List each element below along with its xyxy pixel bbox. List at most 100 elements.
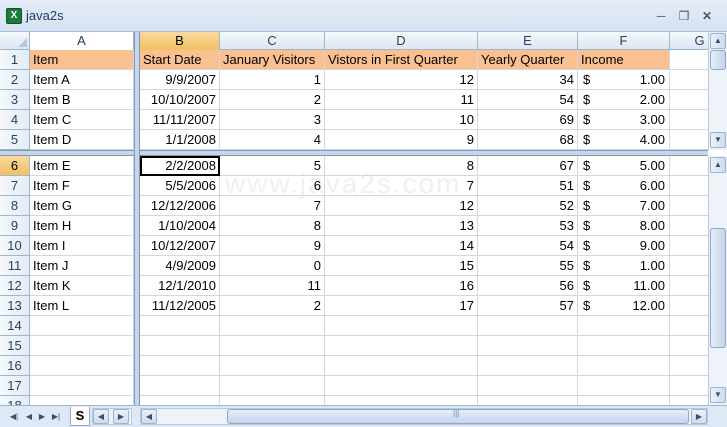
row-header[interactable]: 6 — [0, 156, 30, 176]
cell-empty[interactable] — [30, 376, 134, 396]
cell-empty[interactable] — [670, 336, 708, 356]
cell-empty[interactable] — [578, 336, 670, 356]
cell-date[interactable]: 9/9/2007 — [140, 70, 220, 90]
row-header[interactable]: 16 — [0, 356, 30, 376]
cell-jan[interactable]: 6 — [220, 176, 325, 196]
cell-item[interactable]: Item J — [30, 256, 134, 276]
cell-q1[interactable]: 15 — [325, 256, 478, 276]
tab-split-scroller[interactable]: ◀ ▶ — [92, 408, 132, 425]
row-header[interactable]: 1 — [0, 50, 30, 70]
scroll-thumb[interactable] — [710, 50, 726, 70]
cell-empty[interactable] — [220, 336, 325, 356]
cell-q1[interactable]: 12 — [325, 70, 478, 90]
cell-income[interactable]: $2.00 — [578, 90, 670, 110]
cell-header-empty[interactable] — [670, 50, 708, 70]
cell-date[interactable]: 12/1/2010 — [140, 276, 220, 296]
cell-item[interactable]: Item G — [30, 196, 134, 216]
cell-yq[interactable]: 57 — [478, 296, 578, 316]
column-header-e[interactable]: E — [478, 32, 578, 50]
cell-empty[interactable] — [30, 396, 134, 405]
row-header[interactable]: 7 — [0, 176, 30, 196]
cell-item[interactable]: Item L — [30, 296, 134, 316]
close-icon[interactable]: ✕ — [698, 8, 716, 24]
cell-empty[interactable] — [578, 316, 670, 336]
cell-header-yq[interactable]: Yearly Quarter — [478, 50, 578, 70]
cell-income[interactable]: $4.00 — [578, 130, 670, 150]
cell-empty[interactable] — [140, 356, 220, 376]
row-header[interactable]: 13 — [0, 296, 30, 316]
cell-yq[interactable]: 34 — [478, 70, 578, 90]
cell-date[interactable]: 11/11/2007 — [140, 110, 220, 130]
cell-header-date[interactable]: Start Date — [140, 50, 220, 70]
cell-empty[interactable] — [670, 216, 708, 236]
cell-date[interactable]: 1/1/2008 — [140, 130, 220, 150]
cell-jan[interactable]: 9 — [220, 236, 325, 256]
cell-jan[interactable]: 8 — [220, 216, 325, 236]
scroll-thumb[interactable] — [710, 228, 726, 348]
sheet-tab[interactable]: S — [70, 407, 90, 426]
cell-income[interactable]: $6.00 — [578, 176, 670, 196]
cell-empty[interactable] — [325, 376, 478, 396]
cell-q1[interactable]: 12 — [325, 196, 478, 216]
cell-empty[interactable] — [220, 396, 325, 405]
cell-empty[interactable] — [220, 316, 325, 336]
cell-yq[interactable]: 51 — [478, 176, 578, 196]
cell-item[interactable]: Item E — [30, 156, 134, 176]
cell-jan[interactable]: 0 — [220, 256, 325, 276]
scroll-right-icon[interactable]: ▶ — [691, 409, 707, 424]
restore-icon[interactable]: ❐ — [675, 8, 693, 24]
cell-empty[interactable] — [670, 110, 708, 130]
cell-header-income[interactable]: Income — [578, 50, 670, 70]
row-header[interactable]: 9 — [0, 216, 30, 236]
row-header[interactable]: 5 — [0, 130, 30, 150]
select-all-corner[interactable] — [0, 32, 30, 50]
cell-yq[interactable]: 69 — [478, 110, 578, 130]
cell-item[interactable]: Item B — [30, 90, 134, 110]
row-header[interactable]: 18 — [0, 396, 30, 405]
cell-yq[interactable]: 68 — [478, 130, 578, 150]
cell-q1[interactable]: 7 — [325, 176, 478, 196]
cell-empty[interactable] — [578, 396, 670, 405]
cell-empty[interactable] — [478, 356, 578, 376]
vertical-split-bar[interactable] — [134, 32, 140, 405]
cell-jan[interactable]: 5 — [220, 156, 325, 176]
cell-income[interactable]: $1.00 — [578, 70, 670, 90]
cell-empty[interactable] — [670, 376, 708, 396]
cell-q1[interactable]: 10 — [325, 110, 478, 130]
cell-item[interactable]: Item C — [30, 110, 134, 130]
cell-empty[interactable] — [670, 70, 708, 90]
horizontal-scrollbar[interactable]: ◀ ▶ — [140, 408, 708, 425]
column-header-d[interactable]: D — [325, 32, 478, 50]
cell-date[interactable]: 2/2/2008 — [140, 156, 220, 176]
cell-jan[interactable]: 2 — [220, 296, 325, 316]
cell-header-item[interactable]: Item — [30, 50, 134, 70]
cell-empty[interactable] — [140, 336, 220, 356]
column-header-a[interactable]: A — [30, 32, 134, 50]
cell-date[interactable]: 10/10/2007 — [140, 90, 220, 110]
cell-q1[interactable]: 8 — [325, 156, 478, 176]
prev-sheet-icon[interactable]: ◀ — [23, 410, 35, 424]
first-sheet-icon[interactable]: ◀| — [8, 410, 20, 424]
cell-date[interactable]: 10/12/2007 — [140, 236, 220, 256]
cell-yq[interactable]: 56 — [478, 276, 578, 296]
last-sheet-icon[interactable]: ▶| — [50, 410, 62, 424]
cell-item[interactable]: Item A — [30, 70, 134, 90]
cell-income[interactable]: $12.00 — [578, 296, 670, 316]
cell-empty[interactable] — [325, 316, 478, 336]
row-header[interactable]: 15 — [0, 336, 30, 356]
column-header-f[interactable]: F — [578, 32, 670, 50]
cell-empty[interactable] — [30, 316, 134, 336]
next-sheet-icon[interactable]: ▶ — [36, 410, 48, 424]
cell-yq[interactable]: 52 — [478, 196, 578, 216]
excel-icon[interactable]: X — [6, 8, 22, 24]
row-header[interactable]: 11 — [0, 256, 30, 276]
scroll-left-icon[interactable]: ◀ — [93, 409, 109, 424]
bottom-vertical-scrollbar[interactable]: ▲ ▼ — [708, 156, 727, 405]
column-header-c[interactable]: C — [220, 32, 325, 50]
cell-income[interactable]: $5.00 — [578, 156, 670, 176]
row-header[interactable]: 2 — [0, 70, 30, 90]
cell-jan[interactable]: 4 — [220, 130, 325, 150]
cell-q1[interactable]: 14 — [325, 236, 478, 256]
cell-empty[interactable] — [325, 396, 478, 405]
cell-empty[interactable] — [325, 356, 478, 376]
